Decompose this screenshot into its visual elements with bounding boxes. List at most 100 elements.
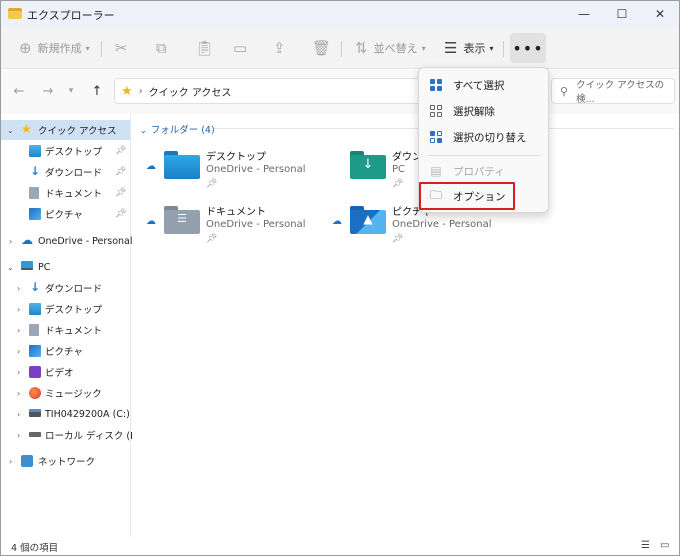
sidebar-item-label: デスクトップ: [45, 305, 103, 316]
share-button[interactable]: ⇪: [273, 35, 286, 61]
document-icon: [29, 324, 39, 336]
paste-button[interactable]: 📋︎: [195, 35, 214, 61]
cloud-sync-icon: ☁: [146, 216, 156, 227]
maximize-button[interactable]: ☐: [605, 1, 639, 27]
file-view: ⌄ フォルダー (4) ☁ デスクトップ OneDrive - Personal …: [132, 114, 679, 537]
rename-icon: ▭: [233, 39, 248, 57]
sidebar-item-qa-downloads[interactable]: ↓ ダウンロード 📌︎: [1, 162, 130, 182]
delete-button[interactable]: 🗑︎: [312, 35, 331, 61]
pin-icon: 📌︎: [392, 234, 404, 244]
details-view-icon[interactable]: ☰: [641, 540, 650, 551]
sidebar-item-label: ローカル ディスク (D:): [45, 431, 145, 442]
address-bar[interactable]: ★ › クイック アクセス: [114, 78, 424, 104]
invert-selection-icon: [429, 130, 443, 144]
document-lines-icon: ☰: [177, 212, 187, 225]
sidebar-item-qa-desktop[interactable]: デスクトップ 📌︎: [1, 141, 130, 161]
rename-button[interactable]: ▭: [233, 35, 247, 61]
back-button[interactable]: ←: [9, 81, 29, 101]
search-placeholder: クイック アクセスの検...: [576, 80, 665, 105]
chevron-down-icon: ▾: [85, 43, 90, 53]
sidebar-item-label: クイック アクセス: [38, 126, 117, 137]
copy-button[interactable]: ⧉: [156, 35, 167, 61]
mountain-icon: ▲: [363, 212, 373, 226]
title-bar: エクスプローラー — ☐ ✕: [1, 1, 679, 27]
search-input[interactable]: ⚲ クイック アクセスの検...: [551, 78, 675, 105]
properties-icon: ▤: [430, 164, 442, 178]
folder-tile-desktop[interactable]: ☁ デスクトップ OneDrive - Personal 📌︎: [146, 145, 336, 203]
chevron-right-icon: ›: [17, 430, 21, 440]
toolbar-divider: [341, 41, 342, 57]
sidebar-item-network[interactable]: › ネットワーク: [1, 451, 130, 471]
sort-button[interactable]: ⇅ 並べ替え ▾: [355, 35, 426, 61]
desktop-folder-icon: [164, 151, 200, 179]
new-button[interactable]: ⊕ 新規作成 ▾: [19, 35, 90, 61]
download-icon: ↓: [30, 164, 41, 178]
view-list-icon: ☰: [444, 39, 458, 57]
forward-button[interactable]: →: [38, 81, 58, 101]
chevron-right-icon: ›: [17, 283, 21, 293]
recent-locations-button[interactable]: ▾: [61, 81, 81, 101]
chevron-down-icon: ⌄: [7, 262, 14, 272]
toolbar-divider: [101, 41, 102, 57]
folder-tile-documents[interactable]: ☁ ☰ ドキュメント OneDrive - Personal 📌︎: [146, 200, 336, 258]
group-header-folders[interactable]: ⌄ フォルダー (4): [140, 122, 215, 136]
sidebar-item-pc[interactable]: ⌄ PC: [1, 257, 130, 277]
sidebar-item-onedrive[interactable]: › ☁ OneDrive - Personal: [1, 231, 133, 251]
sidebar-item-qa-documents[interactable]: ドキュメント 📌︎: [1, 183, 130, 203]
chevron-right-icon: ›: [17, 346, 21, 356]
chevron-right-icon: ›: [17, 325, 21, 335]
navigation-bar: ← → ▾ ↑ ★ › クイック アクセス ⚲ クイック アクセスの検...: [1, 70, 679, 114]
sidebar-item-qa-pictures[interactable]: ピクチャ 📌︎: [1, 204, 130, 224]
tiles-view-icon[interactable]: ▭: [660, 540, 669, 551]
close-button[interactable]: ✕: [643, 1, 677, 27]
download-icon: ↓: [362, 157, 374, 172]
drive-icon: [29, 432, 41, 437]
computer-icon: [21, 261, 33, 270]
sidebar-item-drive-d[interactable]: › ローカル ディスク (D:): [1, 425, 144, 445]
view-label: 表示: [463, 42, 486, 55]
window-title: エクスプローラー: [27, 9, 115, 22]
menu-item-invert-selection[interactable]: 選択の切り替え: [423, 124, 546, 150]
video-icon: [29, 366, 41, 378]
navigation-pane: ⌄ ★ クイック アクセス デスクトップ 📌︎ ↓ ダウンロード 📌︎ ドキュメ…: [1, 114, 144, 537]
sidebar-item-label: OneDrive - Personal: [38, 235, 133, 247]
menu-item-select-none[interactable]: 選択解除: [423, 98, 546, 124]
sidebar-item-quick-access[interactable]: ⌄ ★ クイック アクセス: [1, 120, 130, 140]
menu-item-label: プロパティ: [453, 165, 505, 178]
pictures-icon: [29, 345, 41, 357]
pin-icon: 📌︎: [115, 209, 127, 219]
status-bar: 4 個の項目 ☰ ▭: [1, 537, 679, 555]
cloud-sync-icon: ☁: [146, 161, 156, 172]
address-path: クイック アクセス: [148, 87, 232, 99]
menu-divider: [427, 155, 542, 156]
pin-icon: 📌︎: [392, 179, 404, 189]
sidebar-item-pc-videos[interactable]: › ビデオ: [1, 362, 130, 382]
chevron-right-icon: ›: [9, 456, 13, 466]
sidebar-item-pc-music[interactable]: › ミュージック: [1, 383, 130, 403]
sidebar-item-pc-desktop[interactable]: › デスクトップ: [1, 299, 130, 319]
view-button[interactable]: ☰ 表示 ▾: [444, 35, 493, 61]
chevron-right-icon: ›: [17, 304, 21, 314]
options-highlight-annotation: [419, 182, 515, 210]
folder-location: PC: [392, 164, 406, 175]
menu-item-select-all[interactable]: すべて選択: [423, 72, 546, 98]
sidebar-item-pc-downloads[interactable]: › ↓ ダウンロード: [1, 278, 130, 298]
folder-location: OneDrive - Personal: [392, 219, 492, 230]
cut-button[interactable]: ✂: [115, 35, 128, 61]
pin-icon: 📌︎: [206, 179, 218, 189]
minimize-button[interactable]: —: [567, 1, 601, 27]
chevron-down-icon: ▾: [421, 43, 426, 53]
sort-label: 並べ替え: [373, 42, 418, 55]
desktop-icon: [29, 145, 41, 157]
chevron-right-icon: ›: [17, 409, 21, 419]
sidebar-item-pc-pictures[interactable]: › ピクチャ: [1, 341, 130, 361]
up-button[interactable]: ↑: [87, 81, 107, 101]
see-more-button[interactable]: •••: [510, 33, 546, 63]
sidebar-item-label: ダウンロード: [45, 284, 103, 295]
sidebar-item-pc-documents[interactable]: › ドキュメント: [1, 320, 130, 340]
music-icon: [29, 387, 41, 399]
search-icon: ⚲: [560, 84, 569, 98]
pictures-icon: [29, 208, 41, 220]
sidebar-item-label: ドキュメント: [45, 189, 103, 200]
sidebar-item-drive-c[interactable]: › TIH0429200A (C:): [1, 404, 130, 424]
